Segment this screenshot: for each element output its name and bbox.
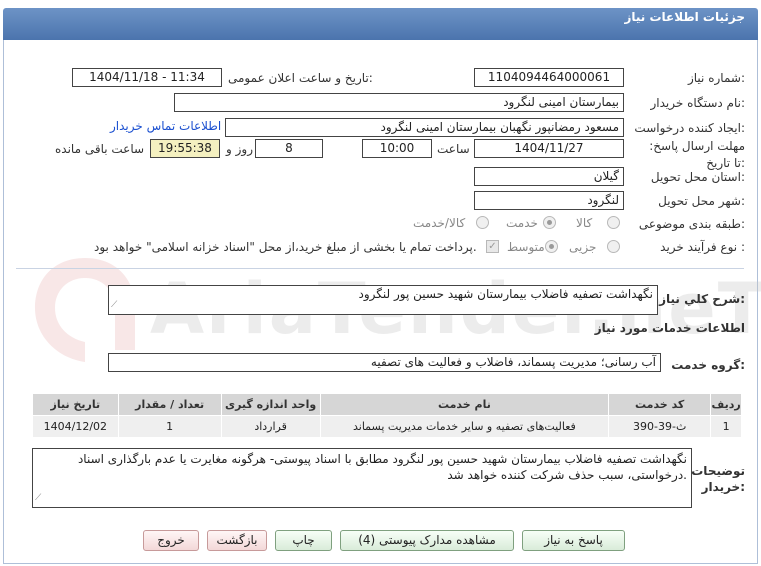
requester-field: مسعود رمضانپور نگهبان بیمارستان امینی لن… xyxy=(225,118,624,137)
title-bar: جزئیات اطلاعات نیاز xyxy=(0,0,761,40)
province-label: استان محل تحویل: xyxy=(650,170,745,184)
purchase-option-minor: جزیی xyxy=(569,240,597,254)
cell-row-number: 1 xyxy=(710,415,742,438)
remaining-time-field: 19:55:38 xyxy=(150,139,220,158)
province-field: گیلان xyxy=(474,167,624,186)
cell-service-name: فعالیت‌های تصفیه و سایر خدمات مدیریت پسم… xyxy=(319,415,610,438)
deadline-time-field: 10:00 xyxy=(362,139,432,158)
city-field: لنگرود xyxy=(474,191,624,210)
purchase-radio-medium[interactable] xyxy=(545,240,558,253)
category-radio-goods-service[interactable] xyxy=(476,216,489,229)
resize-grip-icon[interactable]: ⟋ xyxy=(35,490,41,506)
purchase-type-label: نوع فرآیند خرید : xyxy=(660,240,745,254)
requester-label: ایجاد کننده درخواست: xyxy=(634,121,745,135)
buyer-org-field: بیمارستان امینی لنگرود xyxy=(174,93,624,112)
col-service-name: نام خدمت xyxy=(319,393,610,416)
services-table: تاریخ نیاز تعداد / مقدار واحد اندازه گیر… xyxy=(32,393,742,438)
services-info-heading: اطلاعات خدمات مورد نیاز xyxy=(594,321,745,335)
city-label: شهر محل تحویل: xyxy=(658,194,745,208)
payment-checkbox[interactable]: ✓ xyxy=(486,240,499,253)
resize-grip-icon[interactable]: ⟋ xyxy=(111,297,117,313)
buyer-notes-label: توضیحات خریدار: xyxy=(691,464,745,494)
general-desc-label: شرح کلي نياز: xyxy=(659,292,745,306)
print-button[interactable]: چاپ xyxy=(275,530,332,551)
category-option-goods: کالا xyxy=(576,216,593,230)
reply-button[interactable]: پاسخ به نیاز xyxy=(522,530,625,551)
section-divider xyxy=(16,268,744,269)
category-option-service: خدمت xyxy=(506,216,538,230)
announce-datetime-field: 1404/11/18 - 11:34 xyxy=(72,68,222,87)
cell-need-date: 1404/12/02 xyxy=(32,415,119,438)
view-documents-button[interactable]: مشاهده مدارک پیوستی (4) xyxy=(340,530,514,551)
buyer-contact-link[interactable]: اطلاعات تماس خریدار xyxy=(110,119,221,133)
deadline-date-field: 1404/11/27 xyxy=(474,139,624,158)
col-unit: واحد اندازه گیری xyxy=(220,393,321,416)
page-title: جزئیات اطلاعات نیاز xyxy=(624,10,745,24)
need-number-label: شماره نیاز: xyxy=(687,71,745,85)
purchase-radio-minor[interactable] xyxy=(607,240,620,253)
remaining-label: ساعت باقی مانده xyxy=(55,142,145,156)
table-row: 1404/12/02 1 قرارداد فعالیت‌های تصفیه و … xyxy=(32,415,742,438)
time-label: ساعت xyxy=(437,142,470,156)
buyer-notes-text: نگهداشت تصفیه فاضلاب بیمارستان شهید حسین… xyxy=(77,452,687,482)
general-desc-text: نگهداشت تصفیه فاضلاب بیمارستان شهید حسین… xyxy=(358,287,653,301)
payment-note: پرداخت تمام یا بخشی از مبلغ خرید،از محل … xyxy=(94,240,477,254)
buyer-org-label: نام دستگاه خریدار: xyxy=(650,96,746,110)
general-desc-field: نگهداشت تصفیه فاضلاب بیمارستان شهید حسین… xyxy=(108,285,658,315)
buyer-notes-field: نگهداشت تصفیه فاضلاب بیمارستان شهید حسین… xyxy=(32,448,692,508)
day-and-label: روز و xyxy=(226,142,253,156)
days-field: 8 xyxy=(255,139,323,158)
cell-quantity: 1 xyxy=(117,415,222,438)
category-option-goods-service: کالا/خدمت xyxy=(413,216,466,230)
cell-service-code: ث-39-390 xyxy=(608,415,712,438)
category-radio-service[interactable] xyxy=(543,216,556,229)
purchase-option-medium: متوسط xyxy=(507,240,545,254)
cell-unit: قرارداد xyxy=(220,415,321,438)
col-row-number: ردیف xyxy=(710,393,742,416)
need-number-field: 1104094464000061 xyxy=(474,68,624,87)
col-need-date: تاریخ نیاز xyxy=(32,393,119,416)
col-service-code: کد خدمت xyxy=(608,393,712,416)
exit-button[interactable]: خروج xyxy=(143,530,199,551)
table-header-row: تاریخ نیاز تعداد / مقدار واحد اندازه گیر… xyxy=(32,393,742,416)
back-button[interactable]: بازگشت xyxy=(207,530,267,551)
deadline-label: مهلت ارسال پاسخ: تا تاریخ: xyxy=(649,139,745,170)
col-quantity: تعداد / مقدار xyxy=(117,393,222,416)
announce-datetime-label: تاریخ و ساعت اعلان عمومی: xyxy=(228,71,373,85)
category-radio-goods[interactable] xyxy=(607,216,620,229)
service-group-label: گروه خدمت: xyxy=(671,358,745,372)
service-group-field: آب رسانی؛ مدیریت پسماند، فاضلاب و فعالیت… xyxy=(108,353,661,372)
category-label: طبقه بندی موضوعی: xyxy=(638,217,745,231)
